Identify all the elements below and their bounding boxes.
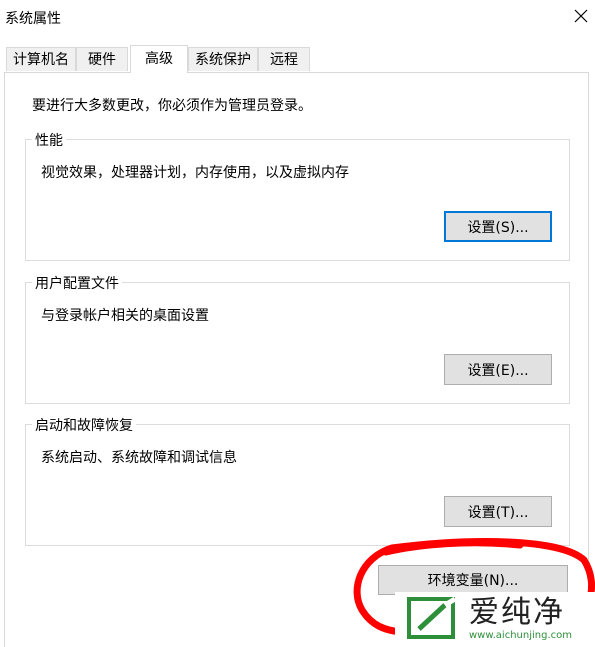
tab-system-protection[interactable]: 系统保护 [188, 47, 258, 71]
user-profiles-description: 与登录帐户相关的桌面设置 [41, 308, 209, 324]
performance-settings-button[interactable]: 设置(S)... [444, 211, 552, 242]
watermark-logo-icon [407, 596, 457, 639]
environment-variables-button[interactable]: 环境变量(N)... [378, 565, 568, 595]
performance-description: 视觉效果，处理器计划，内存使用，以及虚拟内存 [41, 165, 349, 181]
watermark: 爱纯净 www.aichunjing.com [395, 592, 595, 647]
performance-group: 性能 视觉效果，处理器计划，内存使用，以及虚拟内存 设置(S)... [25, 130, 570, 261]
startup-recovery-group: 启动和故障恢复 系统启动、系统故障和调试信息 设置(T)... [25, 415, 570, 546]
tab-hardware[interactable]: 硬件 [76, 47, 128, 71]
watermark-brand: 爱纯净 [469, 595, 565, 630]
user-profiles-group: 用户配置文件 与登录帐户相关的桌面设置 设置(E)... [25, 273, 570, 404]
tab-strip: 计算机名 硬件 高级 系统保护 远程 [0, 45, 595, 73]
tab-advanced[interactable]: 高级 [130, 45, 188, 73]
performance-group-title: 性能 [32, 130, 66, 150]
close-icon [574, 9, 588, 23]
title-bar: 系统属性 [0, 0, 595, 34]
user-profiles-settings-button[interactable]: 设置(E)... [444, 354, 552, 385]
user-profiles-group-title: 用户配置文件 [32, 273, 122, 293]
admin-notice: 要进行大多数更改，你必须作为管理员登录。 [32, 98, 312, 114]
startup-recovery-description: 系统启动、系统故障和调试信息 [41, 450, 237, 466]
startup-recovery-settings-button[interactable]: 设置(T)... [444, 496, 552, 527]
watermark-url: www.aichunjing.com [469, 630, 572, 641]
close-button[interactable] [566, 2, 595, 30]
tab-computer-name[interactable]: 计算机名 [6, 47, 76, 71]
window-title: 系统属性 [5, 11, 61, 27]
startup-recovery-group-title: 启动和故障恢复 [32, 415, 136, 435]
tab-remote[interactable]: 远程 [258, 47, 310, 71]
